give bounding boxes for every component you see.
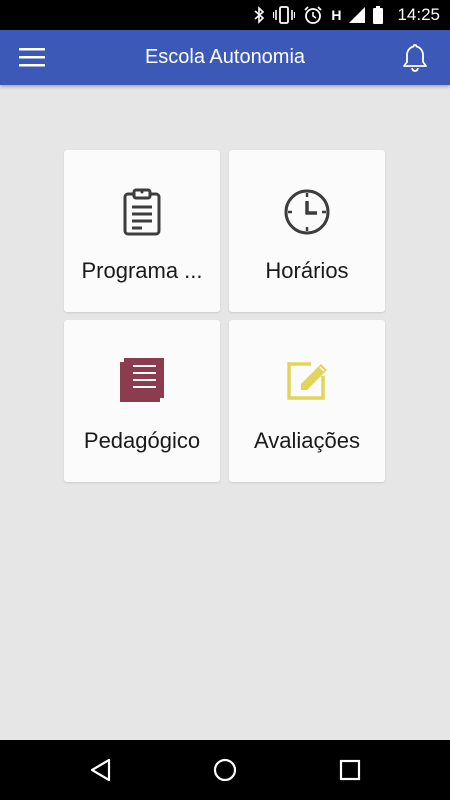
status-bar: H 14:25 [0, 0, 450, 30]
clipboard-icon [123, 188, 161, 236]
status-time: 14:25 [397, 5, 440, 24]
card-label: Pedagógico [83, 428, 201, 453]
card-avaliacoes[interactable]: Avaliações [229, 320, 385, 482]
system-nav-bar [0, 740, 450, 800]
card-pedagogico[interactable]: Pedagógico [64, 320, 220, 482]
card-horarios[interactable]: Horários [229, 150, 385, 312]
card-label: Programa ... [81, 258, 203, 283]
vibrate-icon [273, 6, 296, 24]
card-label: Horários [265, 258, 349, 283]
battery-icon [373, 6, 384, 24]
bell-icon[interactable] [399, 42, 431, 74]
network-h-icon: H [331, 7, 342, 23]
home-icon[interactable] [213, 758, 237, 782]
alarm-icon [304, 6, 322, 24]
bluetooth-icon [254, 6, 265, 24]
edit-icon [287, 362, 327, 400]
app-bar: Escola Autonomia [0, 30, 450, 85]
card-label: Avaliações [254, 428, 360, 453]
signal-icon [349, 7, 366, 23]
clock-icon [284, 189, 330, 235]
recents-icon[interactable] [338, 758, 362, 782]
back-icon[interactable] [89, 758, 113, 782]
card-programa[interactable]: Programa ... [64, 150, 220, 312]
app-title: Escola Autonomia [144, 46, 306, 68]
book-icon [120, 358, 164, 402]
